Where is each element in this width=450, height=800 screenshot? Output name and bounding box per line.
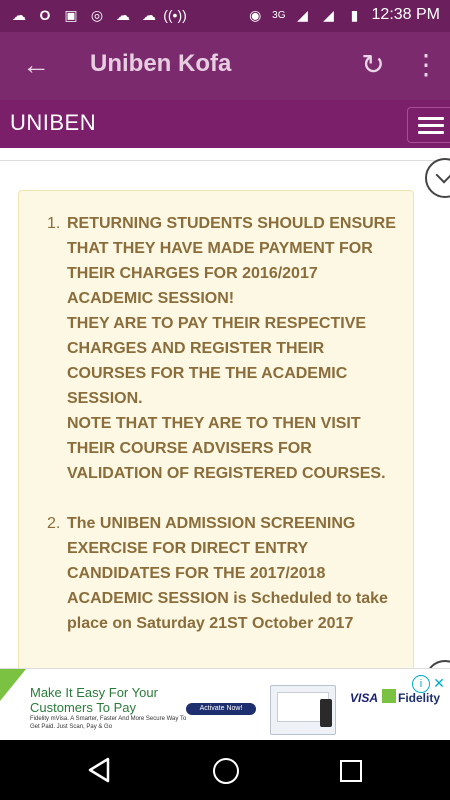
recent-square-icon[interactable] [340,760,362,782]
notice-paragraph: THEY ARE TO PAY THEIR RESPECTIVE CHARGES… [67,315,367,407]
ad-headline: Make It Easy For Your Customers To Pay [30,685,158,715]
more-vert-icon[interactable]: ⋮ [412,48,440,82]
notice-paragraph: RETURNING STUDENTS SHOULD ENSURE THAT TH… [67,215,396,307]
cloud-icon: ☁ [12,6,26,23]
notice-list: 1. RETURNING STUDENTS SHOULD ENSURE THAT… [47,211,397,636]
image-icon: ▣ [64,6,78,23]
ad-cta-button[interactable]: Activate Now! [186,703,256,715]
notice-panel: 1. RETURNING STUDENTS SHOULD ENSURE THAT… [18,190,414,692]
cloud-icon: ☁ [142,6,156,23]
status-bar: ☁ O ▣ ◎ ☁ ☁ ((•)) ◉ 3G ◢ ◢ ▮ 12:38 PM [0,0,450,32]
phone-illustration [320,699,332,727]
ad-banner[interactable]: Make It Easy For Your Customers To Pay F… [0,668,450,741]
site-brand[interactable]: UNIBEN [10,110,96,136]
notice-number: 1. [47,215,61,232]
home-circle-icon[interactable] [213,758,239,784]
hotspot-icon: ◉ [249,6,262,23]
network-type: 3G [272,9,286,21]
ad-subtext: Fidelity mVisa. A Smarter, Faster And Mo… [30,716,187,730]
fidelity-logo: Fidelity [398,691,441,705]
clock: 12:38 PM [371,6,440,23]
fidelity-logo-mark [382,689,396,703]
instagram-icon: ◎ [90,6,104,23]
ad-accent [0,669,26,701]
visa-logo: VISA [350,691,379,705]
notice-number: 2. [47,515,61,532]
battery-icon: ▮ [350,6,359,23]
system-status: ◉ 3G ◢ ◢ ▮ 12:38 PM [246,6,440,24]
info-icon[interactable]: i [412,675,430,693]
notice-item: 2. The UNIBEN ADMISSION SCREENING EXERCI… [47,511,397,636]
arrow-left-icon[interactable]: ← [22,50,52,80]
site-navbar: UNIBEN [0,100,450,148]
opera-icon: O [39,7,51,23]
signal-icon: ◢ [297,6,308,23]
notice-paragraph: The UNIBEN ADMISSION SCREENING EXERCISE … [67,515,388,632]
notice-paragraph: NOTE THAT THEY ARE TO THEN VISIT THEIR C… [67,415,386,482]
close-icon[interactable]: ✕ [432,675,446,691]
divider [0,160,450,161]
system-navigation-bar [0,740,450,800]
cloud-icon: ☁ [116,6,130,23]
hamburger-icon[interactable] [407,107,450,143]
notice-item: 1. RETURNING STUDENTS SHOULD ENSURE THAT… [47,211,397,486]
notification-icons: ☁ O ▣ ◎ ☁ ☁ ((•)) [10,6,187,24]
sim-icon: ◢ [323,6,334,23]
app-bar: ← Uniben Kofa ↻ ⋮ [0,32,450,100]
back-triangle-icon[interactable] [88,757,110,783]
app-title: Uniben Kofa [90,50,232,77]
refresh-icon[interactable]: ↻ [358,48,388,82]
broadcast-icon: ((•)) [163,7,187,23]
